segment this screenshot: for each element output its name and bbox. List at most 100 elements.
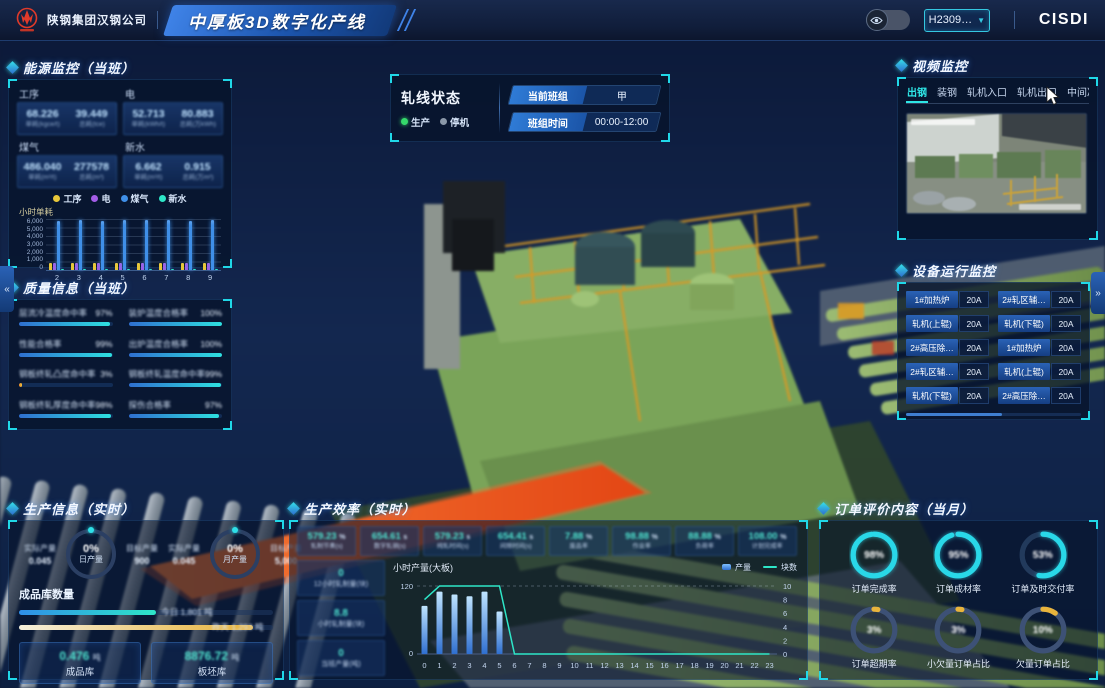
bar-group [137, 220, 152, 270]
panel-line-status: 轧线状态 生产 停机 当前班组 甲 班组时间 00:00-12:00 [390, 74, 670, 142]
svg-text:18: 18 [690, 661, 698, 670]
svg-text:8: 8 [542, 661, 546, 670]
svg-text:2: 2 [452, 661, 456, 670]
equipment-row: 2#高压除…20A [906, 339, 989, 356]
video-feed[interactable] [906, 113, 1087, 214]
inventory-bar-yesterday: 昨天 1,293 吨 [19, 621, 273, 633]
svg-text:15: 15 [645, 661, 653, 670]
equipment-row: 1#加热炉20A [906, 291, 989, 308]
order-gauge: 53%订单及时交付率 [1011, 530, 1074, 595]
efficiency-title: 生产效率（实时） [289, 498, 808, 518]
bar-group [115, 220, 130, 270]
bar-group [203, 220, 218, 270]
panel-production-info: 生产信息（实时） 实际产量0.045 0%日产量 目标产量900 实际产量0.0… [8, 498, 284, 680]
order-gauge: 3%小欠量订单占比 [927, 605, 990, 670]
monthly-output-gauge: 实际产量0.045 0%月产量 目标产量5,000 [163, 529, 307, 579]
svg-text:22: 22 [750, 661, 758, 670]
video-title: 视频监控 [897, 55, 1098, 75]
energy-title: 能源监控（当班） [8, 57, 232, 77]
energy-bar-chart: 6,0005,0004,0003,0002,0001,0000 23456789 [17, 219, 223, 285]
svg-text:5: 5 [497, 661, 501, 670]
equipment-scrollbar[interactable] [906, 413, 1081, 416]
quality-metric: 出炉温度合格率100% [129, 338, 223, 364]
svg-text:9: 9 [557, 661, 561, 670]
daily-output-gauge: 实际产量0.045 0%日产量 目标产量900 [19, 529, 163, 579]
mini-kpi-card: 0当班产量(吨) [297, 640, 385, 676]
svg-text:10: 10 [570, 661, 578, 670]
svg-text:4: 4 [783, 623, 787, 632]
svg-text:16: 16 [660, 661, 668, 670]
legend-production: 生产 [401, 115, 430, 129]
current-shift-row: 当前班组 甲 [508, 85, 662, 105]
bar-group [181, 221, 196, 270]
energy-group-gas: 煤气 486.040单耗(m³/t) 277578总耗(m³) [17, 138, 117, 188]
svg-text:11: 11 [586, 661, 594, 670]
right-panel-collapse-tab[interactable]: » [1091, 272, 1105, 314]
svg-text:6: 6 [512, 661, 516, 670]
svg-text:21: 21 [735, 661, 743, 670]
svg-text:17: 17 [675, 661, 683, 670]
quality-title: 质量信息（当班） [8, 277, 232, 297]
equipment-row: 1#加热炉20A [998, 339, 1081, 356]
order-gauge: 10%欠量订单占比 [1016, 605, 1070, 670]
panel-production-efficiency: 生产效率（实时） 579.23 %轧制节奏(s)654.61 s数字轧钢(s) 5… [289, 498, 808, 680]
slab-warehouse-box: 8876.72 吨 板坯库 [151, 642, 273, 684]
legend-item: 电 [91, 192, 110, 204]
svg-text:3: 3 [467, 661, 471, 670]
quality-metric: 层流冷温度命中率97% [19, 307, 113, 333]
legend-item: 煤气 [121, 192, 149, 204]
svg-text:8: 8 [783, 596, 787, 605]
svg-text:14: 14 [630, 661, 638, 670]
mini-kpi-card: 012小时轧制量(块) [297, 560, 385, 596]
svg-text:7: 7 [527, 661, 531, 670]
efficiency-mini-cards: 012小时轧制量(块) 8.8小时轧制量(块) 0当班产量(吨) [297, 560, 385, 683]
hourly-output-chart: 小时产量(大板) 产量 块数 0123456789101112131415161… [391, 560, 801, 683]
diamond-icon [287, 502, 300, 515]
kpi-card: 654.41 s间隙时间(s) [486, 526, 545, 556]
energy-group-electric: 电 52.713单耗(kWh/t) 80.883总耗(万kWh) [123, 85, 223, 135]
heat-number-dropdown[interactable]: H2309…▼ [924, 9, 990, 32]
video-tab-中间冷[interactable]: 中间冷 [1066, 84, 1089, 103]
equipment-row: 2#轧区辅…20A [906, 363, 989, 380]
quality-metric: 钢板终轧凸度命中率3% [19, 368, 113, 394]
equipment-row: 轧机(上辊)20A [998, 363, 1081, 380]
svg-text:1: 1 [437, 661, 441, 670]
equipment-row: 轧机(下辊)20A [998, 315, 1081, 332]
order-gauge: 98%订单完成率 [849, 530, 899, 595]
equipment-row: 轧机(上辊)20A [906, 315, 989, 332]
legend-item: 工序 [53, 192, 81, 204]
svg-text:20: 20 [720, 661, 728, 670]
panel-video-monitor: 视频监控 出钢装钢轧机入口轧机出口中间冷电加热 [897, 55, 1098, 240]
panel-order-evaluation: 订单评价内容（当月） 98%订单完成率 95%订单成材率 53%订单及时交付率 … [819, 498, 1098, 680]
equipment-title: 设备运行监控 [897, 260, 1090, 280]
diamond-icon [895, 59, 908, 72]
kpi-card: 88.88 %负荷率 [675, 526, 734, 556]
bar-group [71, 220, 86, 270]
svg-text:0: 0 [409, 649, 413, 658]
kpi-card: 654.61 s数字轧钢(s) [360, 526, 419, 556]
svg-text:6: 6 [783, 609, 787, 618]
svg-text:4: 4 [482, 661, 486, 670]
left-panel-collapse-tab[interactable]: « [0, 266, 14, 312]
panel-quality-info: 质量信息（当班） 层流冷温度命中率97% 装炉温度合格率100% 性能合格率99… [8, 277, 232, 430]
video-tab-出钢[interactable]: 出钢 [906, 84, 928, 103]
mini-kpi-card: 8.8小时轧制量(块) [297, 600, 385, 636]
kpi-card: 98.88 %作业率 [612, 526, 671, 556]
visibility-toggle[interactable] [866, 10, 910, 30]
chart-legend: 产量 块数 [722, 562, 797, 573]
cisdi-logo: CISDI [1039, 11, 1089, 29]
video-tab-轧机入口[interactable]: 轧机入口 [966, 84, 1008, 103]
svg-text:0: 0 [783, 650, 787, 659]
svg-text:2: 2 [783, 636, 787, 645]
energy-chart-title: 小时单耗 [19, 206, 223, 218]
video-tab-装钢[interactable]: 装钢 [936, 84, 958, 103]
kpi-card: 579.23 %轧制节奏(s) [297, 526, 356, 556]
diamond-icon [6, 61, 19, 74]
equipment-row: 2#轧区辅…20A [998, 291, 1081, 308]
energy-chart-legend: 工序电煤气新水 [17, 192, 223, 204]
bar-group [49, 221, 64, 270]
video-camera-tabs: 出钢装钢轧机入口轧机出口中间冷电加热 [906, 84, 1089, 104]
header-divider-2 [1014, 11, 1015, 29]
diamond-icon [895, 264, 908, 277]
diamond-icon [6, 502, 19, 515]
